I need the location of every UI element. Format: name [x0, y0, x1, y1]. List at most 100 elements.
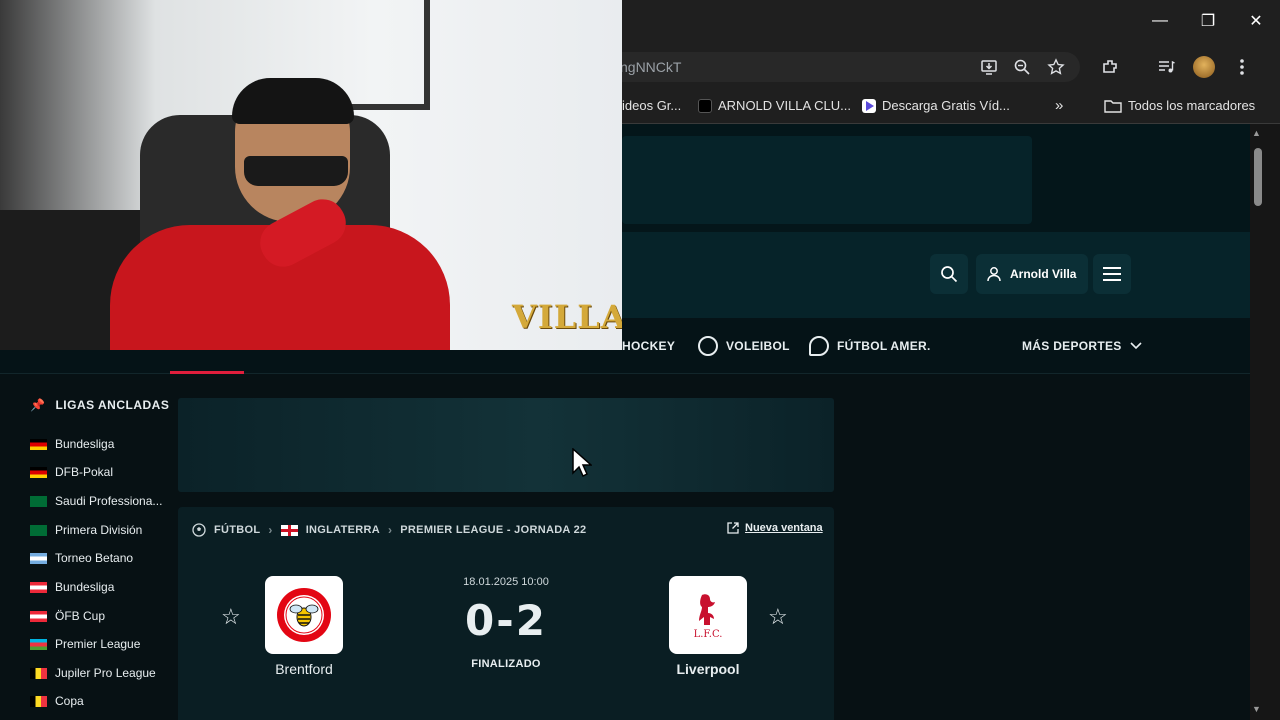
- league-item[interactable]: Bundesliga: [30, 577, 114, 597]
- league-item[interactable]: Copa: [30, 691, 84, 711]
- volleyball-icon: [698, 336, 718, 356]
- menu-icon: [1103, 267, 1121, 281]
- all-bookmarks-folder[interactable]: Todos los marcadores: [1104, 96, 1255, 116]
- sport-tab-american-football[interactable]: FÚTBOL AMER.: [809, 336, 931, 356]
- germany-flag-icon: [30, 438, 47, 450]
- address-bar[interactable]: ngNNCkT: [560, 52, 1080, 82]
- bookmark-item[interactable]: ideos Gr...: [622, 96, 681, 116]
- tiktok-icon: [698, 99, 712, 113]
- favorite-away-star-icon[interactable]: ☆: [768, 604, 788, 630]
- chevron-right-icon: ›: [268, 523, 273, 537]
- match-score: 0-2: [465, 596, 547, 645]
- address-bar-text[interactable]: ngNNCkT: [620, 59, 681, 75]
- top-promo-banner[interactable]: [622, 136, 1032, 224]
- league-label: Primera División: [55, 523, 143, 537]
- league-item[interactable]: Saudi Professiona...: [30, 491, 162, 511]
- germany-flag-icon: [30, 466, 47, 478]
- all-bookmarks-label: Todos los marcadores: [1128, 98, 1256, 113]
- league-label: Saudi Professiona...: [55, 494, 163, 508]
- extensions-icon[interactable]: [1098, 55, 1122, 79]
- bookmark-item[interactable]: Descarga Gratis Víd...: [862, 96, 1010, 116]
- zoom-icon[interactable]: [1010, 55, 1034, 79]
- sport-label: HOCKEY: [622, 339, 676, 353]
- favorite-home-star-icon[interactable]: ☆: [221, 604, 241, 630]
- match-status: FINALIZADO: [471, 658, 541, 670]
- league-label: Jupiler Pro League: [55, 666, 156, 680]
- american-football-icon: [809, 336, 829, 356]
- sport-tab-volleyball[interactable]: VOLEIBOL: [698, 336, 790, 356]
- sport-tab-hockey[interactable]: HOCKEY: [622, 336, 675, 356]
- league-item[interactable]: ÖFB Cup: [30, 606, 105, 626]
- minimize-button[interactable]: —: [1136, 0, 1184, 42]
- scroll-up-arrow-icon[interactable]: ▲: [1252, 128, 1261, 138]
- more-sports-dropdown[interactable]: MÁS DEPORTES: [1022, 336, 1142, 356]
- mouse-cursor-icon: [572, 448, 592, 478]
- scroll-down-arrow-icon[interactable]: ▼: [1252, 704, 1261, 714]
- bookmarks-overflow-button[interactable]: »: [1055, 96, 1063, 116]
- user-icon: [987, 267, 1001, 282]
- webcam-overlay: VILLA: [0, 0, 622, 350]
- bookmark-item[interactable]: ARNOLD VILLA CLU...: [698, 96, 851, 116]
- restore-button[interactable]: ❐: [1184, 0, 1232, 42]
- league-label: ÖFB Cup: [55, 609, 106, 623]
- chevron-right-icon: ›: [388, 523, 393, 537]
- liverpool-crest-icon: L.F.C.: [694, 594, 723, 640]
- league-item[interactable]: Premier League: [30, 634, 140, 654]
- browser-menu-icon[interactable]: [1230, 55, 1254, 79]
- league-label: Premier League: [55, 637, 141, 651]
- breadcrumb-competition[interactable]: PREMIER LEAGUE - JORNADA 22: [400, 524, 586, 536]
- search-button[interactable]: [930, 254, 968, 294]
- bookmark-favicon-icon: [862, 99, 876, 113]
- close-button[interactable]: ✕: [1232, 0, 1280, 42]
- saudi-arabia-flag-icon: [30, 495, 47, 507]
- away-team-logo[interactable]: L.F.C.: [669, 576, 747, 654]
- window-controls: — ❐ ✕: [1136, 0, 1280, 42]
- pin-icon: 📌: [30, 398, 46, 412]
- austria-flag-icon: [30, 610, 47, 622]
- media-controls-icon[interactable]: [1154, 55, 1178, 79]
- home-team-name[interactable]: Brentford: [244, 661, 364, 677]
- saudi-arabia-flag-icon: [30, 524, 47, 536]
- league-item[interactable]: Primera División: [30, 520, 142, 540]
- chevron-double-right-icon: »: [1055, 97, 1064, 114]
- breadcrumb-country[interactable]: INGLATERRA: [306, 524, 380, 536]
- account-name: Arnold Villa: [1010, 267, 1077, 281]
- streamer-logo: VILLA: [512, 298, 622, 336]
- austria-flag-icon: [30, 581, 47, 593]
- svg-text:L.F.C.: L.F.C.: [694, 629, 723, 640]
- bookmark-star-icon[interactable]: [1044, 55, 1068, 79]
- bookmark-label: ideos Gr...: [622, 98, 682, 113]
- brentford-crest-icon: [277, 588, 331, 642]
- england-flag-icon: [280, 524, 298, 536]
- account-button[interactable]: Arnold Villa: [976, 254, 1088, 294]
- breadcrumb-sport[interactable]: FÚTBOL: [214, 524, 260, 536]
- new-window-label: Nueva ventana: [745, 522, 823, 534]
- search-icon: [941, 266, 958, 283]
- active-sport-indicator: [170, 371, 244, 374]
- argentina-flag-icon: [30, 552, 47, 564]
- league-label: Bundesliga: [55, 437, 115, 451]
- league-item[interactable]: DFB-Pokal: [30, 462, 113, 482]
- belgium-flag-icon: [30, 695, 47, 707]
- pinned-leagues-title: 📌 LIGAS ANCLADAS: [30, 398, 169, 412]
- league-item[interactable]: Jupiler Pro League: [30, 663, 156, 683]
- breadcrumb: FÚTBOL › INGLATERRA › PREMIER LEAGUE - J…: [192, 522, 586, 538]
- league-label: Bundesliga: [55, 580, 115, 594]
- install-app-icon[interactable]: [977, 55, 1001, 79]
- soccer-ball-icon: [192, 523, 206, 537]
- profile-avatar[interactable]: [1192, 55, 1216, 79]
- away-team-name[interactable]: Liverpool: [648, 661, 768, 677]
- pinned-leagues-label: LIGAS ANCLADAS: [55, 398, 170, 412]
- belgium-flag-icon: [30, 667, 47, 679]
- home-team-logo[interactable]: [265, 576, 343, 654]
- league-item[interactable]: Torneo Betano: [30, 548, 133, 568]
- scrollbar-thumb[interactable]: [1254, 148, 1262, 206]
- league-item[interactable]: Bundesliga: [30, 434, 114, 454]
- sport-label: FÚTBOL AMER.: [837, 339, 931, 353]
- bookmark-label: Descarga Gratis Víd...: [882, 98, 1010, 113]
- hamburger-menu-button[interactable]: [1093, 254, 1131, 294]
- scrollbar[interactable]: [1250, 124, 1280, 720]
- new-window-link[interactable]: Nueva ventana: [727, 522, 823, 534]
- promo-banner[interactable]: [178, 398, 834, 492]
- streamer-hair: [232, 78, 354, 124]
